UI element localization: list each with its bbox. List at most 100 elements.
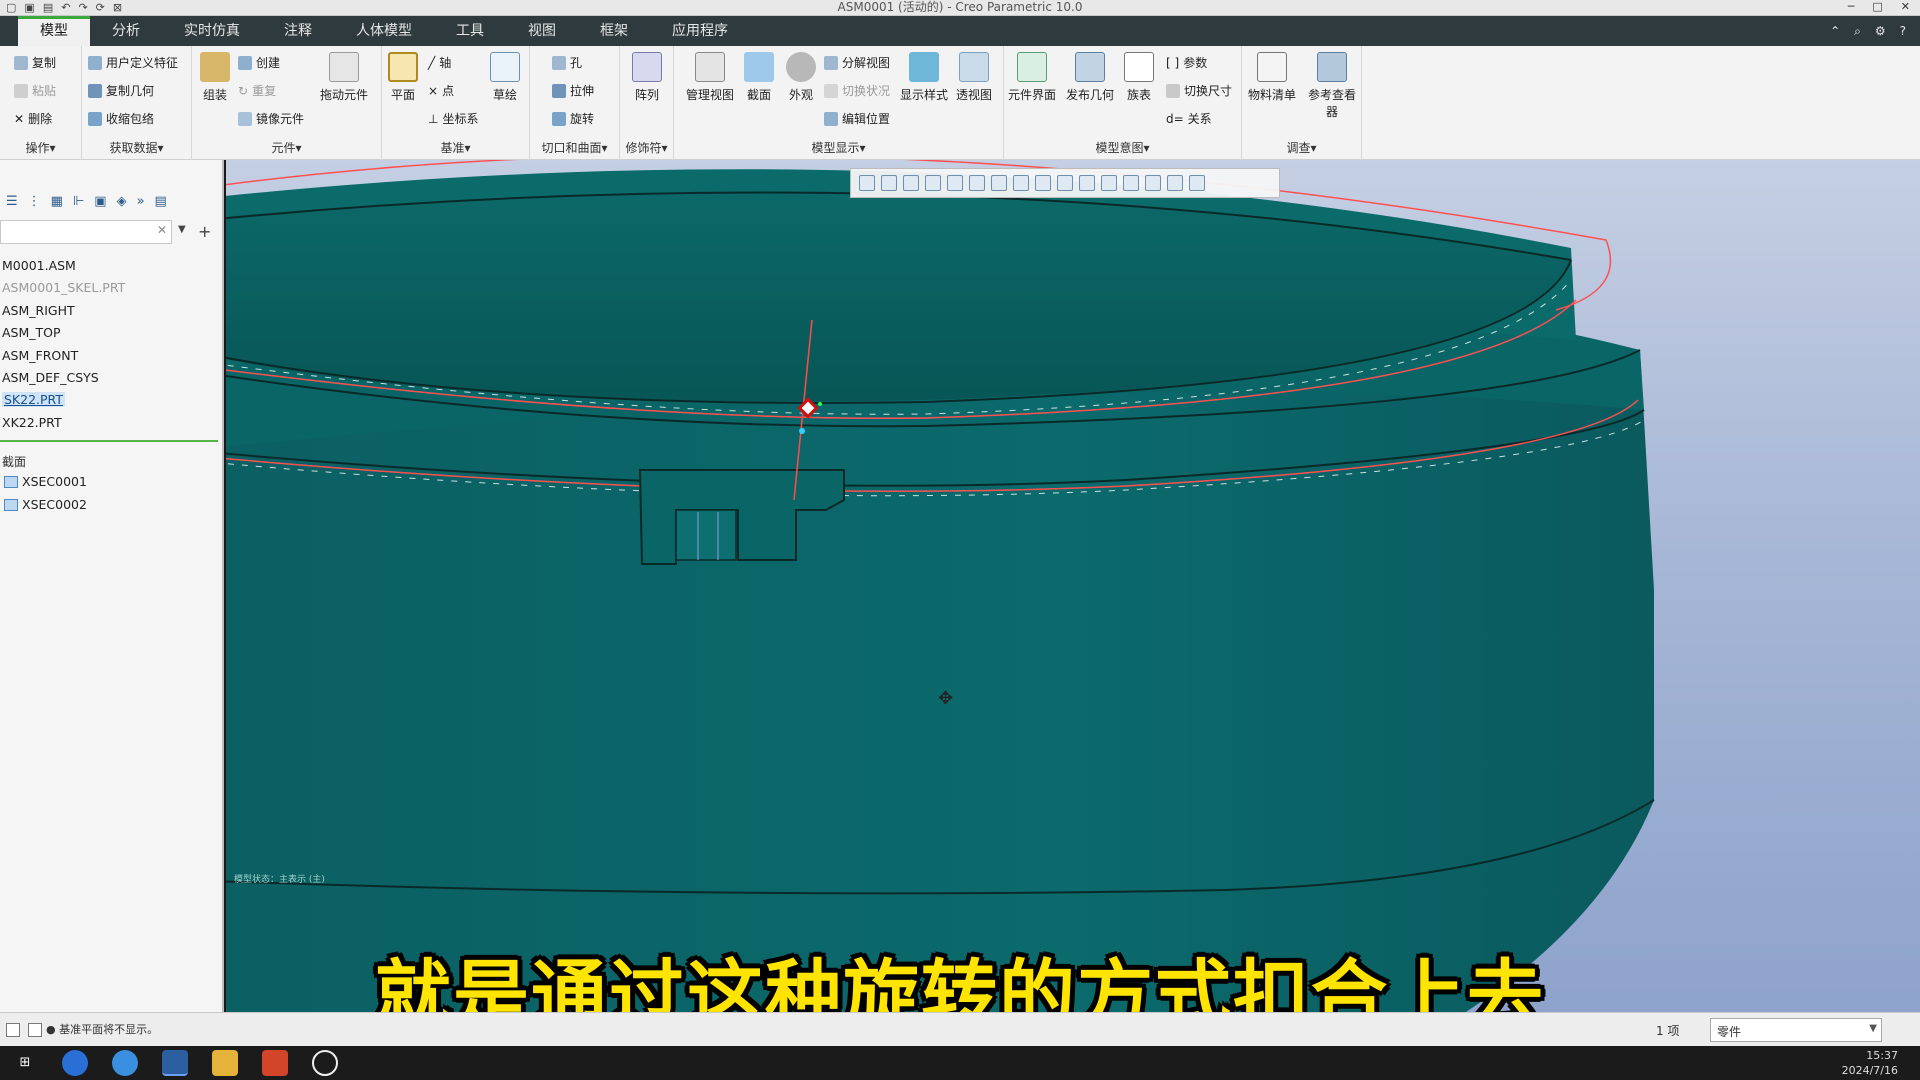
paste-button[interactable]: 粘贴 <box>14 82 56 99</box>
task-view-icon[interactable]: ⊞ <box>12 1050 38 1076</box>
tab-annotate[interactable]: 注释 <box>262 16 334 46</box>
manage-views-button[interactable]: 管理视图 <box>686 52 734 103</box>
reference-viewer-button[interactable]: 参考查看器 <box>1306 52 1358 120</box>
pattern-button[interactable]: 阵列 <box>632 52 662 103</box>
component-interface-button[interactable]: 元件界面 <box>1008 52 1056 103</box>
powerpoint-icon[interactable] <box>262 1050 288 1076</box>
tab-applications[interactable]: 应用程序 <box>650 16 750 46</box>
section-item-2[interactable]: XSEC0002 <box>4 497 87 512</box>
family-table-button[interactable]: 族表 <box>1124 52 1154 103</box>
graphics-viewport[interactable]: 模型状态：主表示 (主) ✥ <box>226 160 1920 1012</box>
group-label-modifiers[interactable]: 修饰符▾ <box>620 139 673 156</box>
spin-center-icon[interactable] <box>1101 175 1117 191</box>
tab-live-simulation[interactable]: 实时仿真 <box>162 16 262 46</box>
tree-item-asm-front[interactable]: ASM_FRONT <box>2 348 78 363</box>
taskbar-clock[interactable]: 15:37 2024/7/16 <box>1842 1048 1898 1078</box>
zoom-in-icon[interactable] <box>881 175 897 191</box>
tab-tools[interactable]: 工具 <box>434 16 506 46</box>
extrude-button[interactable]: 拉伸 <box>552 82 594 99</box>
maximize-button[interactable]: □ <box>1872 0 1882 14</box>
minimize-button[interactable]: ─ <box>1848 0 1855 14</box>
section-button[interactable]: 截面 <box>744 52 774 103</box>
search-icon[interactable]: ⌕ <box>1854 16 1861 46</box>
show-icon[interactable]: ▦ <box>51 194 63 209</box>
copy-button[interactable]: 复制 <box>14 54 56 71</box>
publish-geometry-button[interactable]: 发布几何 <box>1066 52 1114 103</box>
app-icon-k[interactable] <box>62 1050 88 1076</box>
plane-button[interactable]: 平面 <box>388 52 418 103</box>
axis-button[interactable]: ╱ 轴 <box>428 54 451 71</box>
saved-orientations-icon[interactable] <box>969 175 985 191</box>
tab-manikin[interactable]: 人体模型 <box>334 16 434 46</box>
full-screen-icon[interactable] <box>28 1023 42 1037</box>
hole-button[interactable]: 孔 <box>552 54 582 71</box>
tree-item-asm-def-csys[interactable]: ASM_DEF_CSYS <box>2 370 99 385</box>
group-label-model-intent[interactable]: 模型意图▾ <box>1004 139 1241 156</box>
more-icon[interactable]: » <box>137 194 145 209</box>
tab-framework[interactable]: 框架 <box>578 16 650 46</box>
folder-icon[interactable]: ▣ <box>94 194 106 209</box>
edit-position-button[interactable]: 编辑位置 <box>824 110 890 127</box>
tree-item-skeleton[interactable]: ASM0001_SKEL.PRT <box>2 280 125 295</box>
favorites-icon[interactable]: ◈ <box>117 194 127 209</box>
animation-icon[interactable] <box>1189 175 1205 191</box>
create-button[interactable]: 创建 <box>238 54 280 71</box>
repeat-button[interactable]: ↻ 重复 <box>238 82 276 99</box>
help-icon[interactable]: ? <box>1900 16 1906 46</box>
annotation-display-icon[interactable] <box>1079 175 1095 191</box>
tree-item-asm-top[interactable]: ASM_TOP <box>2 325 61 340</box>
group-label-get-data[interactable]: 获取数据▾ <box>82 139 191 156</box>
assemble-button[interactable]: 组装 <box>200 52 230 103</box>
parameters-button[interactable]: [ ] 参数 <box>1166 54 1207 71</box>
drag-component-button[interactable]: 拖动元件 <box>320 52 368 103</box>
csys-button[interactable]: ⊥ 坐标系 <box>428 110 478 127</box>
perspective-icon[interactable] <box>1013 175 1029 191</box>
clear-search-icon[interactable]: ✕ <box>157 223 167 237</box>
perspective-button[interactable]: 透视图 <box>956 52 992 103</box>
creo-icon[interactable] <box>162 1050 188 1076</box>
relations-button[interactable]: d= 关系 <box>1166 110 1212 127</box>
display-style-icon[interactable] <box>947 175 963 191</box>
collapse-ribbon-icon[interactable]: ⌃ <box>1830 16 1840 46</box>
model-tree-icon[interactable]: ☰ <box>6 194 18 209</box>
group-label-datum[interactable]: 基准▾ <box>382 139 529 156</box>
close-button[interactable]: ✕ <box>1901 0 1910 14</box>
document-icon[interactable]: ▤ <box>155 194 167 209</box>
record-icon[interactable] <box>312 1050 338 1076</box>
section-item-1[interactable]: XSEC0001 <box>4 474 87 489</box>
datum-display-icon[interactable] <box>1057 175 1073 191</box>
tab-model[interactable]: 模型 <box>18 16 90 46</box>
tab-analysis[interactable]: 分析 <box>90 16 162 46</box>
mirror-component-button[interactable]: 镜像元件 <box>238 110 304 127</box>
refit-icon[interactable] <box>859 175 875 191</box>
section-icon[interactable] <box>1035 175 1051 191</box>
delete-button[interactable]: ✕ 删除 <box>14 110 52 127</box>
tab-view[interactable]: 视图 <box>506 16 578 46</box>
pause-icon[interactable] <box>1167 175 1183 191</box>
group-label-operations[interactable]: 操作▾ <box>0 139 81 156</box>
browser-icon[interactable] <box>112 1050 138 1076</box>
revolve-button[interactable]: 旋转 <box>552 110 594 127</box>
selection-filter-select[interactable]: 零件 ▼ <box>1710 1018 1882 1042</box>
shrinkwrap-button[interactable]: 收缩包络 <box>88 110 154 127</box>
group-label-cut-surface[interactable]: 切口和曲面▾ <box>530 139 619 156</box>
tree-settings-icon[interactable]: ⊩ <box>73 194 84 209</box>
zoom-out-icon[interactable] <box>903 175 919 191</box>
group-label-model-display[interactable]: 模型显示▾ <box>674 139 1003 156</box>
point-button[interactable]: × 点 <box>428 82 454 99</box>
tree-item-asm-right[interactable]: ASM_RIGHT <box>2 303 75 318</box>
display-style-button[interactable]: 显示样式 <box>900 52 948 103</box>
group-label-investigate[interactable]: 调查▾ <box>1242 139 1361 156</box>
model-render[interactable] <box>226 160 1920 1012</box>
layer-tree-icon[interactable]: ⋮ <box>28 194 41 209</box>
view-manager-icon[interactable] <box>991 175 1007 191</box>
csys-display-icon[interactable] <box>1123 175 1139 191</box>
sketch-button[interactable]: 草绘 <box>490 52 520 103</box>
bom-button[interactable]: 物料清单 <box>1248 52 1296 103</box>
toggle-status-button[interactable]: 切换状况 <box>824 82 890 99</box>
udf-button[interactable]: 用户定义特征 <box>88 54 178 71</box>
repaint-icon[interactable] <box>925 175 941 191</box>
search-dropdown-icon[interactable]: ▼ <box>178 224 186 235</box>
tree-item-asm[interactable]: M0001.ASM <box>2 258 76 273</box>
message-log-icon[interactable] <box>6 1023 20 1037</box>
